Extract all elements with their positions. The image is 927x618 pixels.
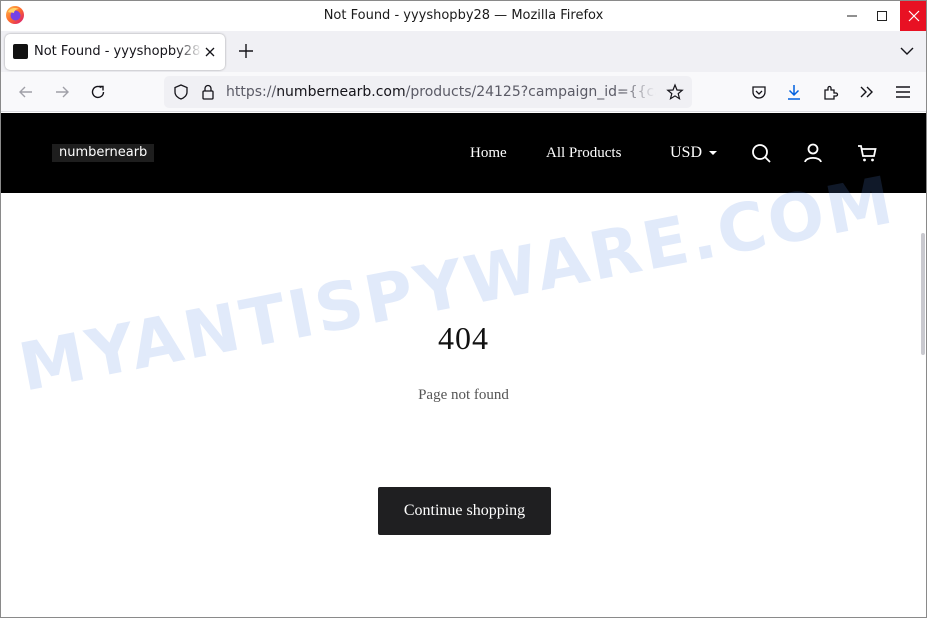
- star-icon[interactable]: [666, 83, 684, 101]
- url-scheme: https://: [226, 84, 277, 100]
- site-favicon-icon: [13, 44, 28, 59]
- continue-shopping-button[interactable]: Continue shopping: [378, 487, 551, 535]
- pocket-icon[interactable]: [749, 82, 769, 102]
- close-icon: [908, 10, 919, 22]
- reload-icon[interactable]: [88, 82, 108, 102]
- maximize-button[interactable]: [863, 1, 901, 31]
- download-icon[interactable]: [784, 82, 804, 102]
- site-header: numbernearb Home All Products USD: [1, 113, 926, 193]
- maximize-icon: [877, 11, 887, 21]
- account-icon[interactable]: [802, 142, 824, 164]
- nav-link-all-products[interactable]: All Products: [546, 145, 621, 162]
- url-path: /products/24125?campaign_id={{campaign_i…: [405, 84, 656, 100]
- overflow-icon[interactable]: [857, 82, 877, 102]
- shield-icon[interactable]: [172, 83, 190, 101]
- currency-selector[interactable]: USD: [670, 144, 702, 162]
- page-scrollbar[interactable]: [921, 233, 925, 355]
- close-tab-icon[interactable]: [203, 45, 217, 59]
- browser-window: Not Found - yyyshopby28 — Mozilla Firefo…: [0, 0, 927, 618]
- close-window-button[interactable]: [900, 1, 926, 31]
- window-title: Not Found - yyyshopby28 — Mozilla Firefo…: [323, 8, 604, 23]
- error-code: 404: [438, 320, 489, 356]
- navigation-toolbar: https://numbernearb.com/products/24125?c…: [1, 72, 926, 112]
- page-content: numbernearb Home All Products USD 404 Pa…: [1, 113, 926, 617]
- tab-bar: Not Found - yyyshopby28: [1, 31, 926, 72]
- menu-icon[interactable]: [893, 82, 913, 102]
- extensions-icon[interactable]: [821, 82, 841, 102]
- error-message: Page not found: [418, 387, 509, 403]
- lock-icon[interactable]: [200, 83, 216, 101]
- url-host: numbernearb.com: [276, 84, 406, 100]
- caret-down-icon[interactable]: [708, 150, 718, 156]
- url-text[interactable]: https://numbernearb.com/products/24125?c…: [226, 84, 656, 100]
- tab-title: Not Found - yyyshopby28: [34, 44, 201, 59]
- tab-active[interactable]: Not Found - yyyshopby28: [5, 34, 225, 70]
- cart-icon[interactable]: [856, 142, 878, 164]
- search-icon[interactable]: [750, 142, 772, 164]
- address-bar[interactable]: https://numbernearb.com/products/24125?c…: [164, 76, 692, 108]
- minimize-icon: [847, 15, 857, 17]
- back-icon[interactable]: [16, 82, 36, 102]
- title-bar: Not Found - yyyshopby28 — Mozilla Firefo…: [1, 1, 926, 31]
- forward-icon[interactable]: [52, 82, 72, 102]
- plus-icon[interactable]: [236, 41, 256, 61]
- nav-link-home[interactable]: Home: [470, 145, 507, 162]
- chevron-down-icon[interactable]: [897, 41, 917, 61]
- site-logo[interactable]: numbernearb: [52, 144, 155, 162]
